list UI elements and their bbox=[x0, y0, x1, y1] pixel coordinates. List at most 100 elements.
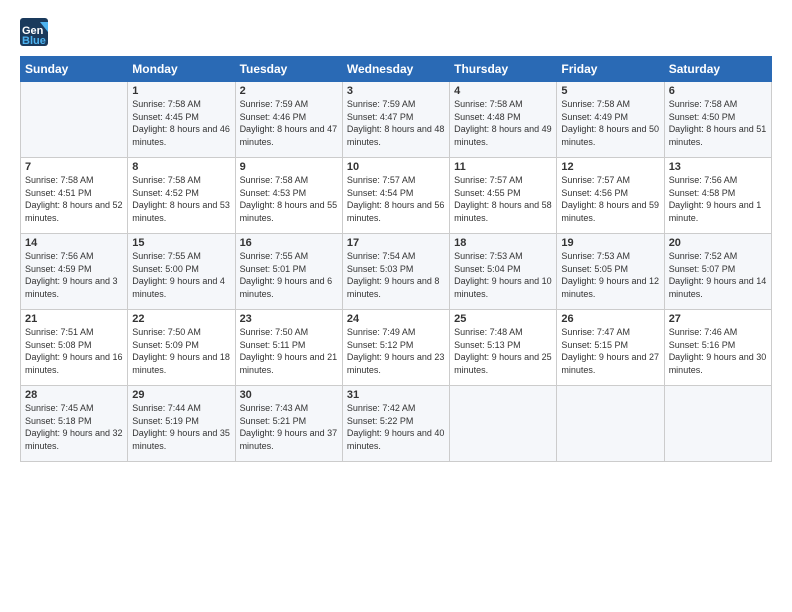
day-info: Sunrise: 7:59 AMSunset: 4:47 PMDaylight:… bbox=[347, 98, 445, 148]
day-number: 30 bbox=[240, 389, 338, 401]
calendar-cell: 3Sunrise: 7:59 AMSunset: 4:47 PMDaylight… bbox=[342, 82, 449, 158]
day-info: Sunrise: 7:54 AMSunset: 5:03 PMDaylight:… bbox=[347, 250, 445, 300]
day-number: 22 bbox=[132, 313, 230, 325]
calendar-cell: 22Sunrise: 7:50 AMSunset: 5:09 PMDayligh… bbox=[128, 310, 235, 386]
calendar-cell: 1Sunrise: 7:58 AMSunset: 4:45 PMDaylight… bbox=[128, 82, 235, 158]
day-info: Sunrise: 7:59 AMSunset: 4:46 PMDaylight:… bbox=[240, 98, 338, 148]
calendar-cell: 27Sunrise: 7:46 AMSunset: 5:16 PMDayligh… bbox=[664, 310, 771, 386]
calendar-cell: 21Sunrise: 7:51 AMSunset: 5:08 PMDayligh… bbox=[21, 310, 128, 386]
calendar-cell: 14Sunrise: 7:56 AMSunset: 4:59 PMDayligh… bbox=[21, 234, 128, 310]
day-number: 19 bbox=[561, 237, 659, 249]
calendar-cell: 31Sunrise: 7:42 AMSunset: 5:22 PMDayligh… bbox=[342, 386, 449, 462]
day-info: Sunrise: 7:46 AMSunset: 5:16 PMDaylight:… bbox=[669, 326, 767, 376]
day-number: 1 bbox=[132, 85, 230, 97]
day-info: Sunrise: 7:57 AMSunset: 4:56 PMDaylight:… bbox=[561, 174, 659, 224]
calendar-cell: 7Sunrise: 7:58 AMSunset: 4:51 PMDaylight… bbox=[21, 158, 128, 234]
calendar-cell bbox=[21, 82, 128, 158]
header-row: SundayMondayTuesdayWednesdayThursdayFrid… bbox=[21, 57, 772, 82]
day-info: Sunrise: 7:58 AMSunset: 4:52 PMDaylight:… bbox=[132, 174, 230, 224]
calendar-cell: 20Sunrise: 7:52 AMSunset: 5:07 PMDayligh… bbox=[664, 234, 771, 310]
day-number: 12 bbox=[561, 161, 659, 173]
day-number: 2 bbox=[240, 85, 338, 97]
day-number: 27 bbox=[669, 313, 767, 325]
calendar-table: SundayMondayTuesdayWednesdayThursdayFrid… bbox=[20, 56, 772, 462]
day-number: 20 bbox=[669, 237, 767, 249]
day-number: 16 bbox=[240, 237, 338, 249]
calendar-week-row: 21Sunrise: 7:51 AMSunset: 5:08 PMDayligh… bbox=[21, 310, 772, 386]
day-info: Sunrise: 7:57 AMSunset: 4:54 PMDaylight:… bbox=[347, 174, 445, 224]
day-info: Sunrise: 7:58 AMSunset: 4:53 PMDaylight:… bbox=[240, 174, 338, 224]
day-info: Sunrise: 7:51 AMSunset: 5:08 PMDaylight:… bbox=[25, 326, 123, 376]
day-number: 25 bbox=[454, 313, 552, 325]
calendar-cell: 23Sunrise: 7:50 AMSunset: 5:11 PMDayligh… bbox=[235, 310, 342, 386]
day-info: Sunrise: 7:48 AMSunset: 5:13 PMDaylight:… bbox=[454, 326, 552, 376]
calendar-cell: 15Sunrise: 7:55 AMSunset: 5:00 PMDayligh… bbox=[128, 234, 235, 310]
header-day: Sunday bbox=[21, 57, 128, 82]
day-number: 3 bbox=[347, 85, 445, 97]
calendar-cell: 11Sunrise: 7:57 AMSunset: 4:55 PMDayligh… bbox=[450, 158, 557, 234]
day-info: Sunrise: 7:58 AMSunset: 4:45 PMDaylight:… bbox=[132, 98, 230, 148]
day-number: 14 bbox=[25, 237, 123, 249]
calendar-cell: 29Sunrise: 7:44 AMSunset: 5:19 PMDayligh… bbox=[128, 386, 235, 462]
day-info: Sunrise: 7:58 AMSunset: 4:51 PMDaylight:… bbox=[25, 174, 123, 224]
calendar-cell: 9Sunrise: 7:58 AMSunset: 4:53 PMDaylight… bbox=[235, 158, 342, 234]
logo-icon: Gen Blue bbox=[20, 18, 48, 46]
day-number: 13 bbox=[669, 161, 767, 173]
day-number: 17 bbox=[347, 237, 445, 249]
day-info: Sunrise: 7:50 AMSunset: 5:11 PMDaylight:… bbox=[240, 326, 338, 376]
day-info: Sunrise: 7:45 AMSunset: 5:18 PMDaylight:… bbox=[25, 402, 123, 452]
day-number: 24 bbox=[347, 313, 445, 325]
calendar-cell bbox=[557, 386, 664, 462]
calendar-cell: 25Sunrise: 7:48 AMSunset: 5:13 PMDayligh… bbox=[450, 310, 557, 386]
day-number: 5 bbox=[561, 85, 659, 97]
calendar-cell: 4Sunrise: 7:58 AMSunset: 4:48 PMDaylight… bbox=[450, 82, 557, 158]
calendar-cell: 8Sunrise: 7:58 AMSunset: 4:52 PMDaylight… bbox=[128, 158, 235, 234]
day-number: 9 bbox=[240, 161, 338, 173]
header-day: Saturday bbox=[664, 57, 771, 82]
day-info: Sunrise: 7:49 AMSunset: 5:12 PMDaylight:… bbox=[347, 326, 445, 376]
day-number: 18 bbox=[454, 237, 552, 249]
calendar-cell: 2Sunrise: 7:59 AMSunset: 4:46 PMDaylight… bbox=[235, 82, 342, 158]
day-info: Sunrise: 7:50 AMSunset: 5:09 PMDaylight:… bbox=[132, 326, 230, 376]
day-number: 29 bbox=[132, 389, 230, 401]
calendar-cell: 5Sunrise: 7:58 AMSunset: 4:49 PMDaylight… bbox=[557, 82, 664, 158]
day-info: Sunrise: 7:55 AMSunset: 5:01 PMDaylight:… bbox=[240, 250, 338, 300]
calendar-cell: 10Sunrise: 7:57 AMSunset: 4:54 PMDayligh… bbox=[342, 158, 449, 234]
calendar-cell: 19Sunrise: 7:53 AMSunset: 5:05 PMDayligh… bbox=[557, 234, 664, 310]
day-info: Sunrise: 7:57 AMSunset: 4:55 PMDaylight:… bbox=[454, 174, 552, 224]
header: Gen Blue bbox=[20, 18, 772, 46]
day-info: Sunrise: 7:58 AMSunset: 4:48 PMDaylight:… bbox=[454, 98, 552, 148]
calendar-page: Gen Blue SundayMondayTuesdayWednesdayThu… bbox=[0, 0, 792, 612]
day-info: Sunrise: 7:58 AMSunset: 4:50 PMDaylight:… bbox=[669, 98, 767, 148]
calendar-week-row: 28Sunrise: 7:45 AMSunset: 5:18 PMDayligh… bbox=[21, 386, 772, 462]
calendar-cell: 28Sunrise: 7:45 AMSunset: 5:18 PMDayligh… bbox=[21, 386, 128, 462]
calendar-cell bbox=[664, 386, 771, 462]
day-number: 31 bbox=[347, 389, 445, 401]
day-number: 6 bbox=[669, 85, 767, 97]
day-number: 10 bbox=[347, 161, 445, 173]
calendar-week-row: 7Sunrise: 7:58 AMSunset: 4:51 PMDaylight… bbox=[21, 158, 772, 234]
header-day: Friday bbox=[557, 57, 664, 82]
calendar-week-row: 1Sunrise: 7:58 AMSunset: 4:45 PMDaylight… bbox=[21, 82, 772, 158]
calendar-cell: 17Sunrise: 7:54 AMSunset: 5:03 PMDayligh… bbox=[342, 234, 449, 310]
calendar-week-row: 14Sunrise: 7:56 AMSunset: 4:59 PMDayligh… bbox=[21, 234, 772, 310]
day-info: Sunrise: 7:42 AMSunset: 5:22 PMDaylight:… bbox=[347, 402, 445, 452]
calendar-cell: 6Sunrise: 7:58 AMSunset: 4:50 PMDaylight… bbox=[664, 82, 771, 158]
calendar-cell: 13Sunrise: 7:56 AMSunset: 4:58 PMDayligh… bbox=[664, 158, 771, 234]
header-day: Monday bbox=[128, 57, 235, 82]
day-info: Sunrise: 7:53 AMSunset: 5:04 PMDaylight:… bbox=[454, 250, 552, 300]
svg-text:Blue: Blue bbox=[22, 35, 46, 46]
day-info: Sunrise: 7:44 AMSunset: 5:19 PMDaylight:… bbox=[132, 402, 230, 452]
calendar-cell: 12Sunrise: 7:57 AMSunset: 4:56 PMDayligh… bbox=[557, 158, 664, 234]
day-info: Sunrise: 7:53 AMSunset: 5:05 PMDaylight:… bbox=[561, 250, 659, 300]
day-number: 7 bbox=[25, 161, 123, 173]
calendar-cell: 30Sunrise: 7:43 AMSunset: 5:21 PMDayligh… bbox=[235, 386, 342, 462]
day-info: Sunrise: 7:58 AMSunset: 4:49 PMDaylight:… bbox=[561, 98, 659, 148]
day-info: Sunrise: 7:55 AMSunset: 5:00 PMDaylight:… bbox=[132, 250, 230, 300]
calendar-cell bbox=[450, 386, 557, 462]
day-info: Sunrise: 7:56 AMSunset: 4:59 PMDaylight:… bbox=[25, 250, 123, 300]
day-number: 23 bbox=[240, 313, 338, 325]
day-number: 4 bbox=[454, 85, 552, 97]
logo: Gen Blue bbox=[20, 18, 52, 46]
calendar-cell: 24Sunrise: 7:49 AMSunset: 5:12 PMDayligh… bbox=[342, 310, 449, 386]
